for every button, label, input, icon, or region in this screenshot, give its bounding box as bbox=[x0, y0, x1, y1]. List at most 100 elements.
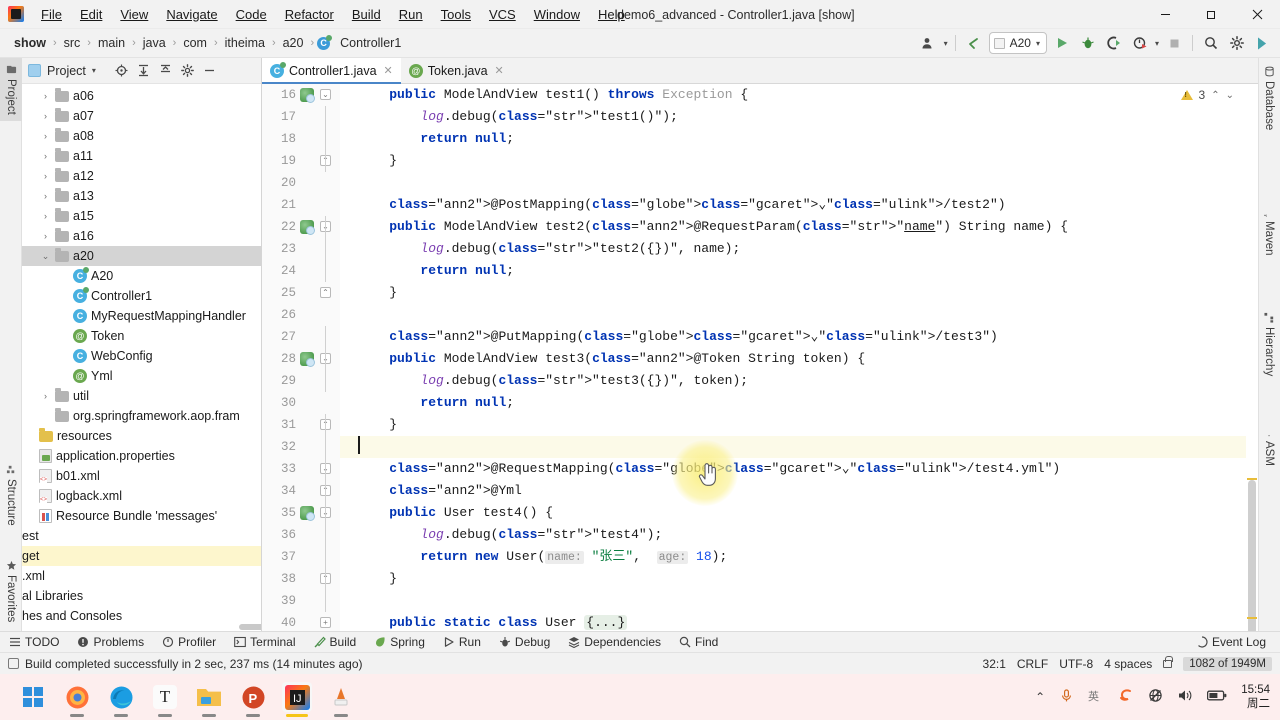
tree-node-a16[interactable]: › a16 bbox=[22, 226, 261, 246]
spring-request-mapping-icon[interactable] bbox=[300, 88, 315, 103]
menu-view[interactable]: View bbox=[111, 3, 157, 26]
stop-button[interactable] bbox=[1163, 32, 1185, 54]
typora-icon[interactable]: T bbox=[150, 682, 180, 717]
memory-indicator[interactable]: 1082 of 1949M bbox=[1183, 656, 1272, 671]
gutter-line[interactable]: 18 bbox=[262, 128, 340, 150]
gutter-line[interactable]: 39 bbox=[262, 590, 340, 612]
code-line[interactable]: log.debug(class="str">"test2({})", name)… bbox=[340, 238, 1258, 260]
code-line[interactable]: return null; bbox=[340, 128, 1258, 150]
tree-node-a20[interactable]: ⌄ a20 bbox=[22, 246, 261, 266]
gutter-line[interactable]: 26 bbox=[262, 304, 340, 326]
menu-code[interactable]: Code bbox=[227, 3, 276, 26]
breadcrumb-src[interactable]: src bbox=[60, 34, 85, 52]
file-explorer-icon[interactable] bbox=[194, 682, 224, 717]
ide-services-icon[interactable] bbox=[1252, 32, 1274, 54]
tree-node--xml[interactable]: .xml bbox=[22, 566, 261, 586]
tool-window-profiler[interactable]: Profiler bbox=[153, 635, 225, 649]
code-line[interactable]: return null; bbox=[340, 260, 1258, 282]
spring-request-mapping-icon[interactable] bbox=[300, 352, 315, 367]
gutter-line[interactable]: 29 bbox=[262, 370, 340, 392]
tree-node-al-libraries[interactable]: al Libraries bbox=[22, 586, 261, 606]
run-button[interactable] bbox=[1051, 32, 1073, 54]
project-horizontal-scrollbar[interactable] bbox=[44, 623, 261, 631]
tree-toggle-arrow-icon[interactable]: › bbox=[40, 231, 51, 241]
tree-toggle-arrow-icon[interactable]: › bbox=[40, 191, 51, 201]
minimize-button[interactable] bbox=[1142, 0, 1188, 29]
gutter-line[interactable]: 27 bbox=[262, 326, 340, 348]
tree-toggle-arrow-icon[interactable]: › bbox=[40, 151, 51, 161]
breadcrumb-main[interactable]: main bbox=[94, 34, 129, 52]
tool-window-problems[interactable]: Problems bbox=[68, 635, 153, 649]
code-fold-toggle-icon[interactable]: ⌄ bbox=[320, 89, 331, 100]
sidebar-tab-maven[interactable]: m Maven bbox=[1258, 200, 1280, 262]
code-line[interactable]: } bbox=[340, 282, 1258, 304]
tree-node-util[interactable]: › util bbox=[22, 386, 261, 406]
tree-node-a11[interactable]: › a11 bbox=[22, 146, 261, 166]
tree-node-resources[interactable]: resources bbox=[22, 426, 261, 446]
code-line[interactable]: public ModelAndView test3(class="ann2">@… bbox=[340, 348, 1258, 370]
code-line[interactable]: public User test4() { bbox=[340, 502, 1258, 524]
editor-tab-controller1[interactable]: C Controller1.java ✕ bbox=[262, 58, 401, 84]
tool-window-build[interactable]: Build bbox=[305, 635, 366, 649]
settings-gear-icon[interactable] bbox=[1226, 32, 1248, 54]
gutter-line[interactable]: 32 bbox=[262, 436, 340, 458]
sidebar-tab-hierarchy[interactable]: Hierarchy bbox=[1258, 306, 1280, 382]
code-line[interactable]: return null; bbox=[340, 392, 1258, 414]
tree-node-est[interactable]: est bbox=[22, 526, 261, 546]
vcs-user-icon[interactable] bbox=[918, 32, 940, 54]
start-windows-icon[interactable] bbox=[18, 682, 48, 712]
hide-panel-icon[interactable] bbox=[202, 63, 218, 79]
tree-toggle-arrow-icon[interactable]: › bbox=[40, 211, 51, 221]
code-line[interactable] bbox=[340, 590, 1258, 612]
menu-run[interactable]: Run bbox=[390, 3, 432, 26]
tree-node-yml[interactable]: @ Yml bbox=[22, 366, 261, 386]
tree-node-token[interactable]: @ Token bbox=[22, 326, 261, 346]
gutter-line[interactable]: 21 bbox=[262, 194, 340, 216]
sidebar-tab-project[interactable]: Project bbox=[0, 58, 22, 121]
tree-toggle-arrow-icon[interactable]: › bbox=[40, 91, 51, 101]
next-problem-icon[interactable]: ⌄ bbox=[1226, 90, 1234, 101]
menu-tools[interactable]: Tools bbox=[432, 3, 480, 26]
firefox-icon[interactable] bbox=[62, 682, 92, 717]
scrollbar-thumb[interactable] bbox=[1248, 480, 1256, 631]
menu-edit[interactable]: Edit bbox=[71, 3, 111, 26]
caret-position[interactable]: 32:1 bbox=[983, 657, 1006, 671]
breadcrumb-a20[interactable]: a20 bbox=[279, 34, 308, 52]
close-button[interactable] bbox=[1234, 0, 1280, 29]
run-with-coverage-button[interactable] bbox=[1103, 32, 1125, 54]
spring-request-mapping-icon[interactable] bbox=[300, 506, 315, 521]
tree-node-logback-xml[interactable]: logback.xml bbox=[22, 486, 261, 506]
code-line[interactable]: class="ann2">@PutMapping(class="globe">c… bbox=[340, 326, 1258, 348]
chevron-up-icon[interactable]: ⌃ bbox=[1035, 690, 1045, 704]
gutter-line[interactable]: 23 bbox=[262, 238, 340, 260]
gutter-line[interactable]: 30 bbox=[262, 392, 340, 414]
tree-node-a08[interactable]: › a08 bbox=[22, 126, 261, 146]
tree-node-a12[interactable]: › a12 bbox=[22, 166, 261, 186]
breadcrumb-itheima[interactable]: itheima bbox=[221, 34, 269, 52]
editor-gutter[interactable]: 16⌄171819⌃202122⌄232425⌃262728⌄293031⌃32… bbox=[262, 84, 340, 631]
code-line[interactable]: } bbox=[340, 150, 1258, 172]
clock[interactable]: 15:54 周二 bbox=[1241, 683, 1270, 711]
settings-gear-icon[interactable] bbox=[180, 63, 196, 79]
code-line[interactable] bbox=[340, 436, 1258, 458]
gutter-line[interactable]: 24 bbox=[262, 260, 340, 282]
expand-all-icon[interactable] bbox=[136, 63, 152, 79]
tree-node-b01-xml[interactable]: b01.xml bbox=[22, 466, 261, 486]
sidebar-tab-asm[interactable]: · ASM bbox=[1258, 428, 1280, 472]
network-disconnected-icon[interactable] bbox=[1148, 688, 1163, 706]
gutter-line[interactable]: 36 bbox=[262, 524, 340, 546]
tree-toggle-arrow-icon[interactable]: ⌄ bbox=[40, 251, 51, 262]
code-line[interactable]: class="ann2">@Yml bbox=[340, 480, 1258, 502]
menu-build[interactable]: Build bbox=[343, 3, 390, 26]
tree-node-application-properties[interactable]: application.properties bbox=[22, 446, 261, 466]
code-line[interactable]: } bbox=[340, 414, 1258, 436]
menu-file[interactable]: File bbox=[32, 3, 71, 26]
chevron-down-icon[interactable]: ▾ bbox=[1155, 39, 1159, 48]
tool-window-terminal[interactable]: Terminal bbox=[225, 635, 304, 649]
tree-toggle-arrow-icon[interactable]: › bbox=[40, 171, 51, 181]
code-line[interactable]: } bbox=[340, 568, 1258, 590]
breadcrumb-java[interactable]: java bbox=[139, 34, 170, 52]
tree-node-resource-bundle-messages-[interactable]: Resource Bundle 'messages' bbox=[22, 506, 261, 526]
code-fold-toggle-icon[interactable]: + bbox=[320, 617, 331, 628]
tree-node-webconfig[interactable]: C WebConfig bbox=[22, 346, 261, 366]
